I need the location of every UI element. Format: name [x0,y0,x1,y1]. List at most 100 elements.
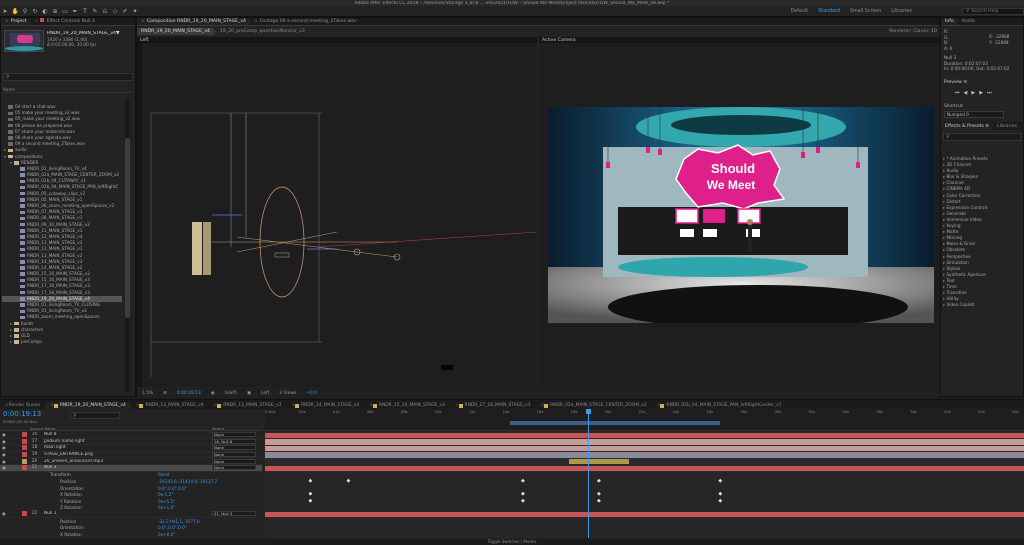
first-frame-icon[interactable]: ⏮ [955,90,960,96]
roto-brush-tool-icon[interactable]: ✐ [122,8,129,15]
timeline-tab[interactable]: × RNDR_17_18_MAIN_STAGE_v3 [450,402,536,409]
eraser-tool-icon[interactable]: ◇ [112,8,119,15]
timeline-track[interactable] [265,498,1024,505]
workspace-default[interactable]: Default [791,9,809,14]
layer-name[interactable]: 20_unseen_announcer.mp3 [44,459,194,464]
tab-project[interactable]: × Project [1,18,31,25]
property-value[interactable]: -16343.6,-31434.8,-19137.7 [158,479,217,484]
keyframe-icon[interactable]: ◆ [718,478,722,484]
view-dropdown[interactable]: Left [261,391,269,396]
property-value[interactable]: -32,2,941,1,-3577.0 [158,519,200,524]
visibility-eye-icon[interactable]: ● [0,511,8,516]
left-view[interactable]: Left [137,37,537,387]
keyframe-icon[interactable]: ◆ [521,491,525,497]
timeline-track[interactable] [265,484,1024,492]
rotate-tool-icon[interactable]: ↻ [32,8,39,15]
timeline-tab[interactable]: × RNDR_02b_04_MAIN_STAGE_PAN_leftRightCe… [652,402,787,409]
work-area-bar[interactable] [510,421,721,425]
workspace-small-screen[interactable]: Small Screen [850,9,881,14]
keyframe-icon[interactable]: ◆ [309,491,313,497]
workspace-libraries[interactable]: Libraries [891,9,912,14]
layer-name[interactable]: Null 3 [44,465,194,470]
timecode-display[interactable]: 0:00:19:13 [177,391,201,396]
timeline-property-row[interactable]: Position -16343.6,-31434.8,-19137.7 [0,478,262,485]
project-search-input[interactable]: ⚲ [3,73,133,81]
timeline-property-row[interactable]: X Rotation 0x+0.0° [0,531,262,538]
property-value[interactable]: Reset [158,472,170,477]
tab-composition[interactable]: × Composition RNDR_19_20_MAIN_STAGE_v4 [137,18,250,25]
timeline-property-row[interactable]: Y Rotation 0x+5.5° [0,498,262,505]
resolution-dropdown[interactable]: (Half) [225,391,237,396]
toggle-switches-modes[interactable]: Toggle Switches / Modes [0,539,1024,545]
property-value[interactable]: 0.0°,0.0°,0.0° [158,486,187,491]
parent-dropdown[interactable]: None [212,432,256,438]
layer-duration-bar[interactable] [568,458,630,465]
timeline-property-row[interactable]: Orientation 0.0°,0.0°,0.0° [0,485,262,492]
layer-label-color[interactable] [22,511,27,517]
timeline-track[interactable] [265,471,1024,479]
layer-search-input[interactable]: ⚲ [70,412,120,419]
selection-tool-icon[interactable]: ➤ [2,8,9,15]
source-name-header[interactable]: Source Name [30,426,55,431]
parent-dropdown[interactable]: None [212,458,256,464]
pan-behind-tool-icon[interactable]: ⊕ [52,8,59,15]
property-value[interactable]: 0x+1.0° [158,505,175,510]
tab-effects-presets[interactable]: Effects & Presets ≡ [941,122,994,130]
property-value[interactable]: 0.0°,0.0°,0.0° [158,525,187,530]
timeline-track[interactable] [265,517,1024,525]
column-header-name[interactable]: Name [3,87,133,93]
visibility-eye-icon[interactable]: ● [0,445,8,450]
keyframe-icon[interactable]: ◆ [718,491,722,497]
timeline-track[interactable] [265,524,1024,531]
type-tool-icon[interactable]: T [82,8,89,15]
property-value[interactable]: 0x+5.5° [158,499,175,504]
layer-duration-bar[interactable] [265,439,1024,445]
timeline-layer-row[interactable]: ● 17 podium name light 16. Null 8 [0,438,262,446]
timeline-layer-row[interactable]: ● 21 Null 3 None [0,465,262,472]
workspace-standard[interactable]: Standard [818,9,840,14]
layer-name[interactable]: Null 1 [44,511,194,516]
layer-label-color[interactable] [22,432,27,438]
timeline-layer-row[interactable]: ● 18 main light None [0,445,262,452]
timeline-layer-row[interactable]: ● 16 Null 8 None [0,432,262,439]
timeline-layer-row[interactable]: ● 20 20_unseen_announcer.mp3 None [0,458,262,465]
timeline-tab[interactable]: × Render Queue [0,402,45,409]
camera-tool-icon[interactable]: ◐ [42,8,49,15]
tab-info[interactable]: Info [941,18,958,25]
parent-header[interactable]: Parent [212,426,224,431]
playhead[interactable] [585,409,591,538]
keyframe-icon[interactable]: ◆ [597,498,601,504]
active-camera-view[interactable]: Active Camera Should We Meet [539,37,941,387]
parent-dropdown[interactable]: None [212,445,256,451]
layer-duration-bar[interactable] [265,432,1024,439]
snapshot-icon[interactable]: ◉ [211,391,215,396]
puppet-tool-icon[interactable]: ✦ [132,8,139,15]
renderer-label[interactable]: Renderer: Classic 3D [885,28,941,35]
region-icon[interactable]: ▣ [247,391,251,396]
timeline-tab[interactable]: × RNDR_12_MAIN_STAGE_v4 [131,402,209,409]
layer-duration-bar[interactable] [265,452,1024,458]
timeline-property-row[interactable]: Orientation 0.0°,0.0°,0.0° [0,524,262,531]
visibility-eye-icon[interactable]: ● [0,465,8,470]
timeline-tab[interactable]: × RNDR_14_MAIN_STAGE_v3 [286,402,364,409]
zoom-tool-icon[interactable]: ⚲ [22,8,29,15]
project-item[interactable]: ▸ preComps [2,339,122,345]
property-value[interactable]: 0x-1.2° [158,492,173,497]
keyframe-icon[interactable]: ◆ [309,478,313,484]
timeline-tab[interactable]: × RNDR_13_MAIN_STAGE_v3 [209,402,287,409]
prev-frame-icon[interactable]: ◀ [964,90,968,96]
zoom-dropdown[interactable]: 1.5% [142,391,153,396]
layer-duration-bar[interactable] [265,465,1024,472]
parent-dropdown[interactable]: 16. Null 8 [212,438,256,444]
shortcut-dropdown[interactable]: Numpad 0 [944,111,1004,118]
keyframe-icon[interactable]: ◆ [597,491,601,497]
visibility-eye-icon[interactable]: ● [0,432,8,437]
keyframe-icon[interactable]: ◆ [597,478,601,484]
brush-tool-icon[interactable]: ✎ [92,8,99,15]
timeline-track[interactable] [265,531,1024,538]
layer-label-color[interactable] [22,445,27,451]
help-search-input[interactable]: ⚲ Search Help [962,7,1024,15]
tab-effect-controls[interactable]: × Effect Controls Null 3 [31,18,99,25]
current-time[interactable]: 0:00:19:13 [3,410,41,418]
parent-dropdown[interactable]: None [212,452,256,458]
